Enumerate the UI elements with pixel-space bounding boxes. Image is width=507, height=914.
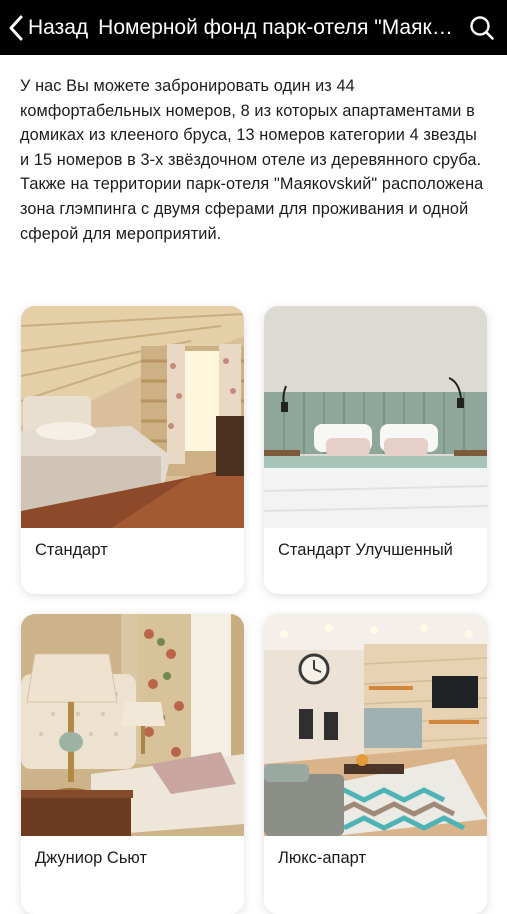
lux-apart-photo [264,614,487,836]
room-card-lux-apart[interactable]: Люкс-апарт [264,614,487,914]
search-button[interactable] [457,0,507,55]
chevron-left-icon [9,15,23,40]
junior-suite-photo [21,614,244,836]
room-name: Джуниор Сьют [35,849,147,867]
room-name: Стандарт Улучшенный [278,541,453,559]
top-navigation-bar: Назад Номерной фонд парк-отеля "Маяковск… [0,0,507,55]
room-card-standard[interactable]: Стандарт [21,306,244,594]
standard-room-photo [21,306,244,528]
page-title: Номерной фонд парк-отеля "Маяковский" [98,15,457,39]
room-card-standard-improved[interactable]: Стандарт Улучшенный [264,306,487,594]
search-icon [470,15,494,40]
room-name: Стандарт [35,541,108,559]
back-button[interactable]: Назад [0,0,98,55]
standard-improved-room-photo [264,306,487,528]
room-card-junior-suite[interactable]: Джуниор Сьют [21,614,244,914]
back-label: Назад [28,15,89,39]
room-name: Люкс-апарт [278,849,367,867]
intro-text: У нас Вы можете забронировать один из 44… [20,77,484,243]
